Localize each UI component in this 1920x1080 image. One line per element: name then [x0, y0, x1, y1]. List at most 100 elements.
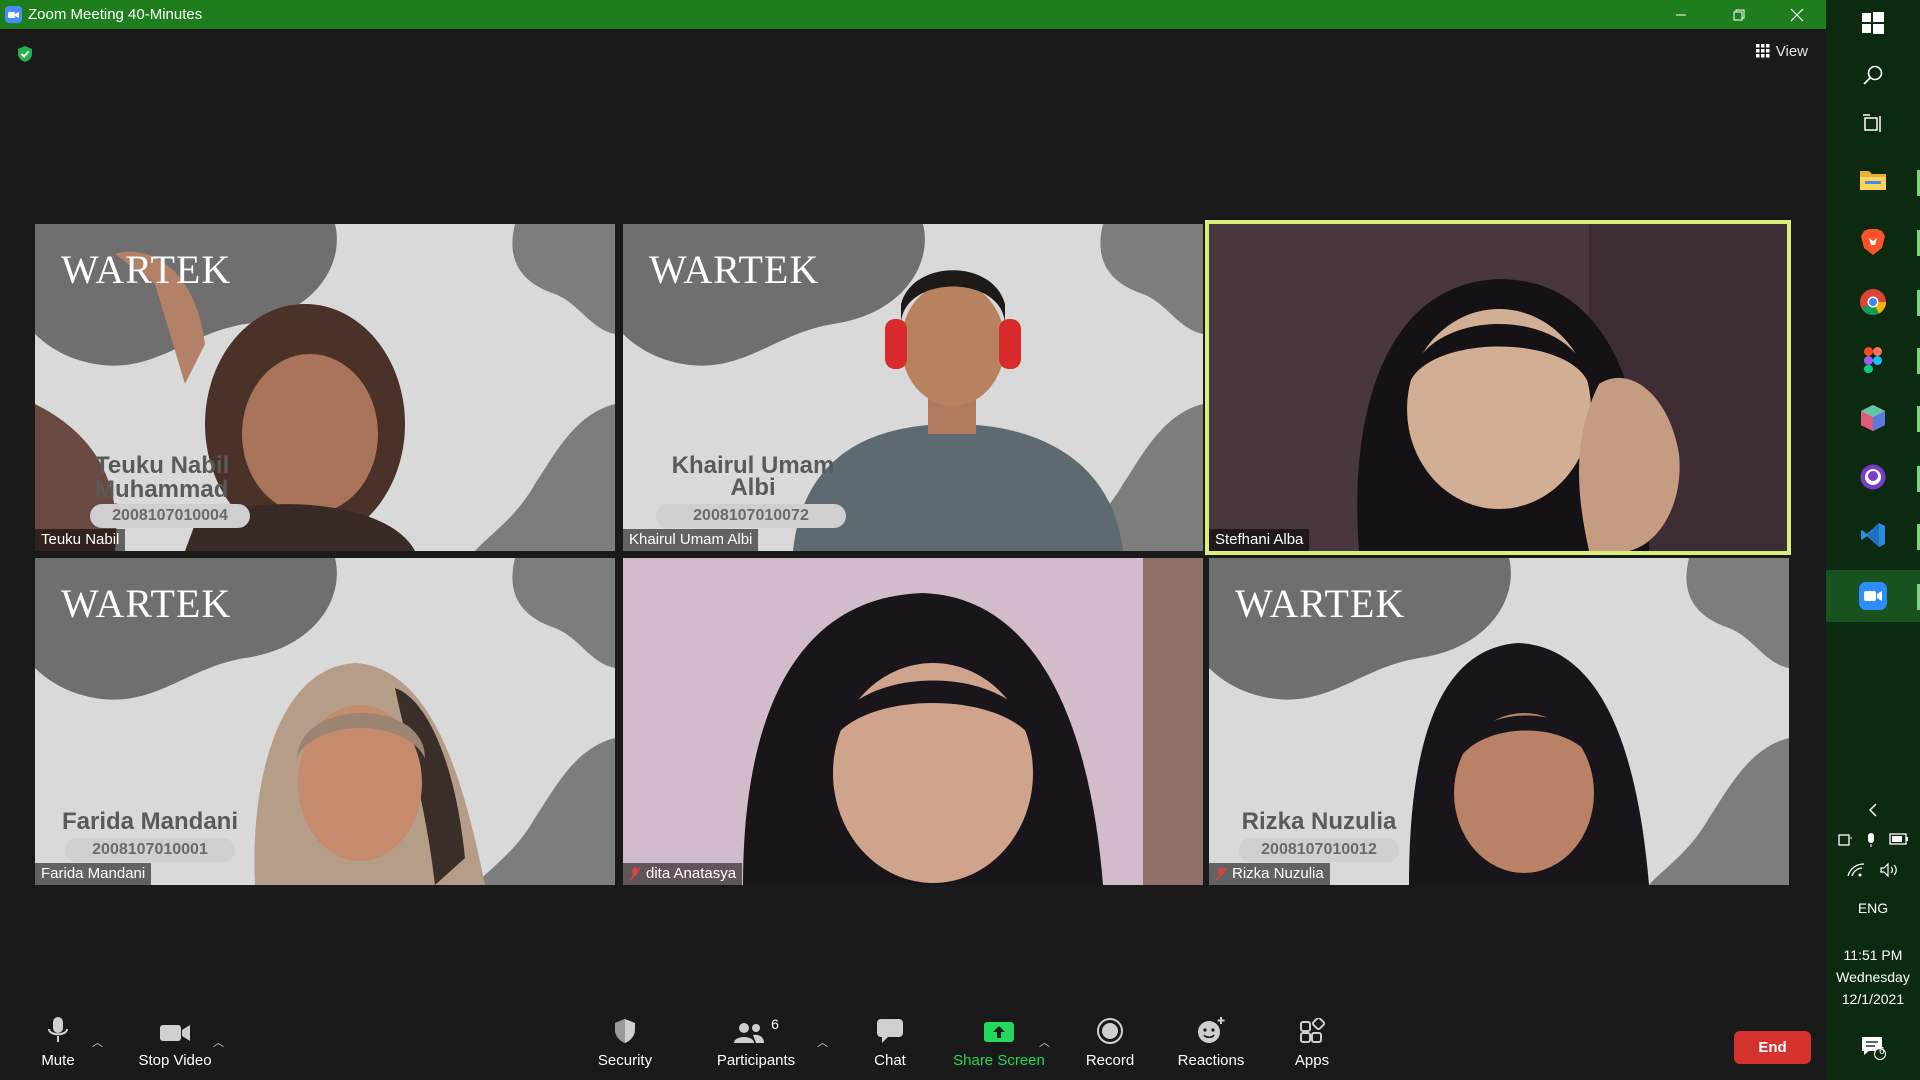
- windows-start-icon[interactable]: [1826, 12, 1920, 34]
- wifi-icon[interactable]: [1847, 862, 1865, 878]
- share-screen-label: Share Screen: [953, 1052, 1045, 1069]
- restore-icon[interactable]: [1710, 0, 1768, 29]
- video-tile[interactable]: WARTEK Khairul Umam Albi 2008107010072 K…: [623, 224, 1203, 551]
- view-label: View: [1775, 42, 1808, 60]
- end-meeting-button[interactable]: End: [1734, 1031, 1811, 1064]
- participants-button[interactable]: 6 Participants: [714, 1010, 798, 1069]
- participant-name-tag: Khairul Umam Albi: [623, 529, 759, 551]
- record-icon: [1097, 1010, 1123, 1044]
- chat-label: Chat: [874, 1052, 906, 1069]
- card-id: 2008107010004: [90, 504, 250, 528]
- tray-icons-row-1: [1826, 832, 1920, 848]
- reactions-label: Reactions: [1177, 1052, 1245, 1069]
- task-view-icon[interactable]: [1826, 114, 1920, 134]
- reactions-button[interactable]: Reactions: [1176, 1010, 1246, 1069]
- meeting-toolbar: Mute ︿ Stop Video ︿ Security 6 Participa…: [0, 1010, 1826, 1080]
- volume-icon[interactable]: [1879, 862, 1899, 878]
- mute-button[interactable]: Mute: [36, 1010, 80, 1069]
- chat-button[interactable]: Chat: [870, 1010, 910, 1069]
- minimize-icon[interactable]: [1652, 0, 1710, 29]
- share-screen-icon: [984, 1010, 1014, 1044]
- card-id: 2008107010001: [65, 838, 235, 862]
- apps-label: Apps: [1294, 1052, 1330, 1069]
- vscode-icon[interactable]: [1826, 522, 1920, 548]
- window-title: Zoom Meeting 40-Minutes: [28, 6, 203, 23]
- close-icon[interactable]: [1768, 0, 1826, 29]
- battery-icon[interactable]: [1889, 832, 1909, 846]
- card-id: 2008107010012: [1239, 838, 1399, 862]
- brave-browser-icon[interactable]: [1826, 228, 1920, 256]
- mute-options-caret[interactable]: ︿: [92, 1034, 103, 1050]
- camera-feed: [1209, 224, 1787, 551]
- notifications-count: 6: [1879, 1046, 1885, 1057]
- app-cube-icon[interactable]: [1826, 404, 1920, 432]
- card-name-line-2: Albi: [730, 474, 776, 501]
- wartek-logo-text: WARTEK: [649, 247, 820, 292]
- figma-icon[interactable]: [1826, 346, 1920, 374]
- title-bar: Zoom Meeting 40-Minutes: [0, 0, 1826, 29]
- mute-label: Mute: [41, 1052, 75, 1069]
- video-camera-icon: [159, 1010, 191, 1044]
- video-tile-active-speaker[interactable]: Stefhani Alba: [1205, 220, 1791, 555]
- zoom-window: Zoom Meeting 40-Minutes View WARTEK Teuk…: [0, 0, 1826, 1080]
- video-tile[interactable]: WARTEK Teuku Nabil Muhammad Dhu 20081070…: [35, 224, 615, 551]
- notifications-icon[interactable]: 6: [1826, 1034, 1920, 1060]
- apps-icon: [1299, 1010, 1325, 1044]
- participant-name-tag: Farida Mandani: [35, 863, 152, 885]
- microphone-tray-icon[interactable]: [1865, 832, 1877, 848]
- smiley-plus-icon: [1196, 1010, 1226, 1044]
- participant-name: dita Anatasya: [646, 865, 737, 882]
- record-label: Record: [1085, 1052, 1135, 1069]
- security-label: Security: [597, 1052, 653, 1069]
- people-icon: [734, 1023, 765, 1043]
- video-tile[interactable]: WARTEK Farida Mandani 2008107010001 Fari…: [35, 558, 615, 885]
- card-name: Farida Mandani: [61, 808, 239, 835]
- device-icon[interactable]: [1837, 832, 1853, 848]
- stop-video-button[interactable]: Stop Video: [134, 1010, 216, 1069]
- participant-name: Teuku Nabil: [41, 531, 120, 548]
- shield-check-icon[interactable]: [16, 45, 34, 63]
- participants-options-caret[interactable]: ︿: [817, 1034, 828, 1050]
- file-explorer-icon[interactable]: [1826, 168, 1920, 192]
- chat-bubble-icon: [876, 1010, 904, 1044]
- chrome-icon[interactable]: [1826, 288, 1920, 316]
- participant-name: Khairul Umam Albi: [629, 531, 753, 548]
- stop-video-label: Stop Video: [138, 1052, 212, 1069]
- camera-feed: [623, 558, 1203, 885]
- windows-taskbar: ENG 11:51 PM Wednesday 12/1/2021 6: [1826, 0, 1920, 1080]
- zoom-icon[interactable]: [1826, 582, 1920, 610]
- share-screen-button[interactable]: Share Screen: [952, 1010, 1046, 1069]
- participant-name-tag: Rizka Nuzulia: [1209, 863, 1330, 885]
- language-indicator[interactable]: ENG: [1826, 897, 1920, 919]
- video-options-caret[interactable]: ︿: [213, 1034, 224, 1050]
- participant-name-tag: Teuku Nabil: [35, 529, 126, 551]
- view-button[interactable]: View: [1755, 40, 1808, 62]
- grid-icon: [1755, 44, 1770, 58]
- wartek-logo-text: WARTEK: [1235, 581, 1406, 626]
- zoom-app-icon: [5, 6, 22, 23]
- participant-name-tag: dita Anatasya: [623, 863, 743, 885]
- video-tile[interactable]: dita Anatasya: [623, 558, 1203, 885]
- share-options-caret[interactable]: ︿: [1039, 1034, 1050, 1050]
- clock-time[interactable]: 11:51 PM: [1826, 944, 1920, 966]
- wartek-logo-text: WARTEK: [61, 581, 232, 626]
- security-button[interactable]: Security: [592, 1010, 658, 1069]
- apps-button[interactable]: Apps: [1292, 1010, 1332, 1069]
- tray-icons-row-2: [1826, 862, 1920, 878]
- participant-name: Stefhani Alba: [1215, 531, 1304, 548]
- record-button[interactable]: Record: [1084, 1010, 1136, 1069]
- clock-date[interactable]: 12/1/2021: [1826, 988, 1920, 1010]
- shield-icon: [613, 1010, 637, 1044]
- participants-icon-group: 6: [733, 1010, 779, 1044]
- muted-mic-icon: [1215, 867, 1227, 881]
- clock-day[interactable]: Wednesday: [1826, 966, 1920, 988]
- microphone-icon: [47, 1010, 69, 1044]
- search-icon[interactable]: [1826, 64, 1920, 86]
- participant-name-tag: Stefhani Alba: [1209, 529, 1310, 551]
- video-tile[interactable]: WARTEK Rizka Nuzulia 2008107010012 Rizka…: [1209, 558, 1789, 885]
- card-name: Rizka Nuzulia: [1241, 808, 1397, 835]
- github-icon[interactable]: [1826, 464, 1920, 490]
- participant-name: Rizka Nuzulia: [1232, 865, 1324, 882]
- participant-name: Farida Mandani: [41, 865, 146, 882]
- chevron-left-icon[interactable]: [1826, 802, 1920, 818]
